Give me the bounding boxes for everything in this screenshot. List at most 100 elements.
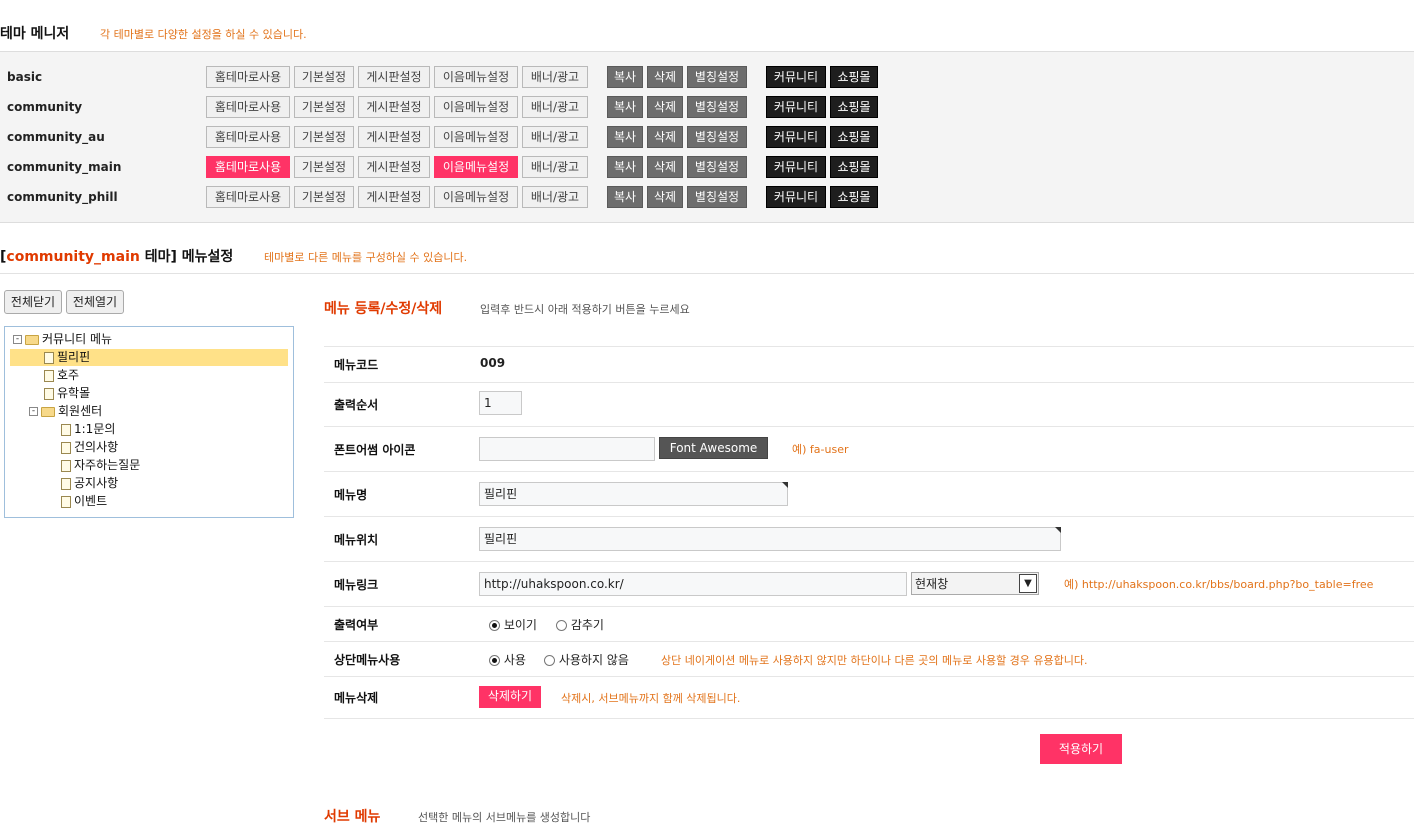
community-button[interactable]: 커뮤니티 — [766, 186, 826, 208]
community-button[interactable]: 커뮤니티 — [766, 156, 826, 178]
alias-settings-button[interactable]: 별칭설정 — [687, 186, 747, 208]
menu-name-input[interactable]: 필리핀 — [479, 482, 788, 506]
label-menu-name: 메뉴명 — [334, 488, 368, 502]
menu-settings-button[interactable]: 이음메뉴설정 — [434, 66, 518, 88]
menu-settings-title: [community_main 테마] 메뉴설정 — [0, 249, 234, 265]
row-menu-position: 메뉴위치 필리핀 — [324, 517, 1414, 562]
menu-settings-button[interactable]: 이음메뉴설정 — [434, 96, 518, 118]
radio-checked-icon[interactable] — [489, 620, 500, 631]
banner-ad-button[interactable]: 배너/광고 — [522, 96, 588, 118]
form-title: 메뉴 등록/수정/삭제 — [324, 301, 443, 317]
basic-settings-button[interactable]: 기본설정 — [294, 66, 354, 88]
board-settings-button[interactable]: 게시판설정 — [358, 156, 430, 178]
tree-item-faq[interactable]: 자주하는질문 — [61, 457, 140, 474]
radio-use[interactable]: 사용 — [489, 651, 526, 668]
label-icon: 폰트어썸 아이콘 — [334, 443, 416, 457]
basic-settings-button[interactable]: 기본설정 — [294, 186, 354, 208]
delete-theme-button[interactable]: 삭제 — [647, 186, 683, 208]
delete-button[interactable]: 삭제하기 — [479, 686, 541, 708]
community-button[interactable]: 커뮤니티 — [766, 66, 826, 88]
folder-open-icon — [41, 406, 55, 417]
basic-settings-button[interactable]: 기본설정 — [294, 156, 354, 178]
alias-settings-button[interactable]: 별칭설정 — [687, 126, 747, 148]
use-as-home-theme-button[interactable]: 홈테마로사용 — [206, 186, 290, 208]
order-input[interactable]: 1 — [479, 391, 522, 415]
radio-show[interactable]: 보이기 — [489, 616, 537, 633]
tree-root[interactable]: - 커뮤니티 메뉴 — [13, 331, 112, 348]
copy-button[interactable]: 복사 — [607, 66, 643, 88]
delete-theme-button[interactable]: 삭제 — [647, 96, 683, 118]
menu-link-input[interactable]: http://uhakspoon.co.kr/ — [479, 572, 907, 596]
tree-item-study-mall[interactable]: 유학몰 — [44, 385, 90, 402]
banner-ad-button[interactable]: 배너/광고 — [522, 156, 588, 178]
divider — [0, 273, 1414, 274]
radio-hide[interactable]: 감추기 — [556, 616, 604, 633]
submenu-hint: 선택한 메뉴의 서브메뉴를 생성합니다 — [418, 811, 591, 824]
use-as-home-theme-button[interactable]: 홈테마로사용 — [206, 126, 290, 148]
board-settings-button[interactable]: 게시판설정 — [358, 126, 430, 148]
shopping-mall-button[interactable]: 쇼핑몰 — [830, 96, 878, 118]
copy-button[interactable]: 복사 — [607, 96, 643, 118]
icon-input[interactable] — [479, 437, 655, 461]
tree-item-notice[interactable]: 공지사항 — [61, 475, 118, 492]
menu-position-input[interactable]: 필리핀 — [479, 527, 1061, 551]
alias-settings-button[interactable]: 별칭설정 — [687, 96, 747, 118]
basic-settings-button[interactable]: 기본설정 — [294, 96, 354, 118]
tree-item-suggestion[interactable]: 건의사항 — [61, 439, 118, 456]
banner-ad-button[interactable]: 배너/광고 — [522, 66, 588, 88]
copy-button[interactable]: 복사 — [607, 156, 643, 178]
community-button[interactable]: 커뮤니티 — [766, 126, 826, 148]
tree-item-event[interactable]: 이벤트 — [61, 493, 107, 510]
shopping-mall-button[interactable]: 쇼핑몰 — [830, 126, 878, 148]
menu-settings-button[interactable]: 이음메뉴설정 — [434, 126, 518, 148]
shopping-mall-button[interactable]: 쇼핑몰 — [830, 186, 878, 208]
board-settings-button[interactable]: 게시판설정 — [358, 66, 430, 88]
radio-unchecked-icon[interactable] — [544, 655, 555, 666]
expand-all-button[interactable]: 전체열기 — [66, 290, 124, 314]
radio-unchecked-icon[interactable] — [556, 620, 567, 631]
use-as-home-theme-button[interactable]: 홈테마로사용 — [206, 66, 290, 88]
theme-name: community — [7, 100, 83, 114]
board-settings-button[interactable]: 게시판설정 — [358, 186, 430, 208]
radio-no-use[interactable]: 사용하지 않음 — [544, 651, 629, 668]
use-as-home-theme-button[interactable]: 홈테마로사용 — [206, 156, 290, 178]
collapse-icon[interactable]: - — [13, 335, 22, 344]
chevron-down-icon[interactable]: ▼ — [1019, 574, 1037, 593]
delete-theme-button[interactable]: 삭제 — [647, 156, 683, 178]
tree-item-member-center[interactable]: - 회원센터 — [29, 403, 102, 420]
delete-theme-button[interactable]: 삭제 — [647, 66, 683, 88]
copy-button[interactable]: 복사 — [607, 186, 643, 208]
link-target-select[interactable]: 현재창 ▼ — [911, 572, 1039, 595]
banner-ad-button[interactable]: 배너/광고 — [522, 186, 588, 208]
tree-item-inquiry[interactable]: 1:1문의 — [61, 421, 115, 438]
shopping-mall-button[interactable]: 쇼핑몰 — [830, 66, 878, 88]
menu-settings-button[interactable]: 이음메뉴설정 — [434, 186, 518, 208]
row-icon: 폰트어썸 아이콘 Font Awesome 예) fa-user — [324, 427, 1414, 472]
row-delete: 메뉴삭제 삭제하기 삭제시, 서브메뉴까지 함께 삭제됩니다. — [324, 677, 1414, 719]
apply-button[interactable]: 적용하기 — [1040, 734, 1122, 764]
banner-ad-button[interactable]: 배너/광고 — [522, 126, 588, 148]
alias-settings-button[interactable]: 별칭설정 — [687, 156, 747, 178]
collapse-all-button[interactable]: 전체닫기 — [4, 290, 62, 314]
label-menu-code: 메뉴코드 — [334, 358, 379, 372]
theme-name: community_au — [7, 130, 105, 144]
basic-settings-button[interactable]: 기본설정 — [294, 126, 354, 148]
tree-item-philippines[interactable]: 필리핀 — [10, 349, 288, 366]
top-menu-note: 상단 네이게이션 메뉴로 사용하지 않지만 하단이나 다른 곳의 메뉴로 사용할… — [661, 654, 1088, 667]
use-as-home-theme-button[interactable]: 홈테마로사용 — [206, 96, 290, 118]
shopping-mall-button[interactable]: 쇼핑몰 — [830, 156, 878, 178]
row-visible: 출력여부 보이기 감추기 — [324, 607, 1414, 642]
font-awesome-button[interactable]: Font Awesome — [659, 437, 768, 459]
collapse-icon[interactable]: - — [29, 407, 38, 416]
menu-tree: - 커뮤니티 메뉴 필리핀 호주 유학몰 - 회원센터 1:1문의 건의사항 자주하… — [4, 326, 294, 518]
delete-theme-button[interactable]: 삭제 — [647, 126, 683, 148]
menu-settings-button[interactable]: 이음메뉴설정 — [434, 156, 518, 178]
board-settings-button[interactable]: 게시판설정 — [358, 96, 430, 118]
community-button[interactable]: 커뮤니티 — [766, 96, 826, 118]
document-icon — [44, 369, 54, 382]
copy-button[interactable]: 복사 — [607, 126, 643, 148]
alias-settings-button[interactable]: 별칭설정 — [687, 66, 747, 88]
icon-example: 예) fa-user — [792, 443, 849, 456]
tree-item-australia[interactable]: 호주 — [44, 367, 79, 384]
radio-checked-icon[interactable] — [489, 655, 500, 666]
